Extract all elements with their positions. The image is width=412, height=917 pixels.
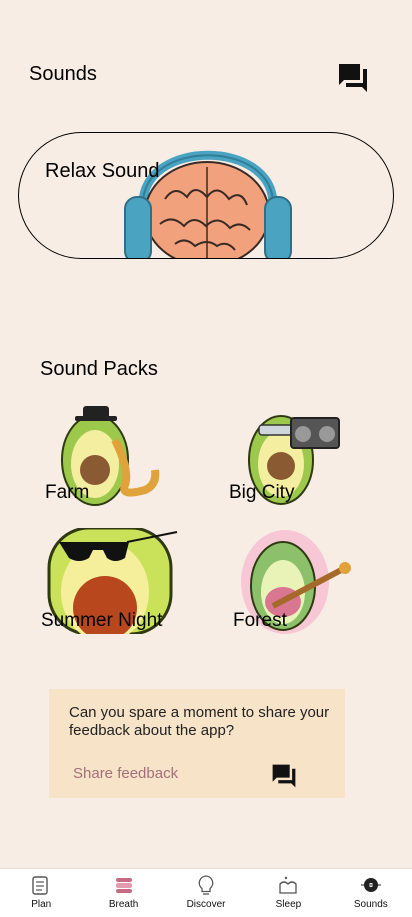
nav-item-discover[interactable]: Discover bbox=[165, 869, 247, 917]
nav-item-sleep[interactable]: Sleep bbox=[247, 869, 329, 917]
nav-label: Breath bbox=[108, 899, 139, 910]
feedback-prompt: Can you spare a moment to share your fee… bbox=[69, 704, 330, 739]
lightbulb-icon bbox=[198, 875, 214, 895]
pack-farm[interactable]: Farm bbox=[45, 400, 215, 510]
nav-item-sounds[interactable]: Sounds bbox=[330, 869, 412, 917]
lungs-icon bbox=[115, 878, 132, 893]
share-feedback-link[interactable]: Share feedback bbox=[73, 765, 178, 782]
bottom-nav: Plan Breath Discover Sleep Sounds bbox=[0, 868, 412, 917]
nav-label: Plan bbox=[31, 899, 52, 910]
brain-headphones-illustration bbox=[124, 150, 292, 258]
relax-sound-label: Relax Sound bbox=[45, 160, 160, 182]
top-bar: Sounds bbox=[0, 0, 412, 110]
chat-icon[interactable] bbox=[271, 763, 297, 789]
chat-icon[interactable] bbox=[337, 62, 369, 94]
nav-label: Sounds bbox=[353, 899, 388, 910]
nav-label: Discover bbox=[186, 899, 226, 910]
vinyl-icon bbox=[360, 878, 381, 892]
nav-item-plan[interactable]: Plan bbox=[0, 869, 82, 917]
sleep-icon bbox=[279, 876, 298, 894]
pack-big-city[interactable]: Big City bbox=[229, 400, 399, 510]
page-title: Sounds bbox=[29, 63, 97, 85]
plan-icon bbox=[32, 876, 48, 895]
pack-forest[interactable]: Forest bbox=[233, 528, 403, 638]
pack-label: Summer Night bbox=[41, 610, 163, 631]
sound-packs-title: Sound Packs bbox=[40, 358, 158, 380]
nav-label: Sleep bbox=[275, 899, 302, 910]
pack-label: Forest bbox=[233, 610, 287, 631]
pack-label: Farm bbox=[45, 482, 90, 503]
feedback-card: Can you spare a moment to share your fee… bbox=[49, 689, 345, 798]
nav-item-breath[interactable]: Breath bbox=[82, 869, 164, 917]
relax-sound-card[interactable]: Relax Sound bbox=[18, 132, 394, 259]
pack-label: Big City bbox=[229, 482, 295, 503]
pack-summer-night[interactable]: Summer Night bbox=[41, 528, 211, 638]
